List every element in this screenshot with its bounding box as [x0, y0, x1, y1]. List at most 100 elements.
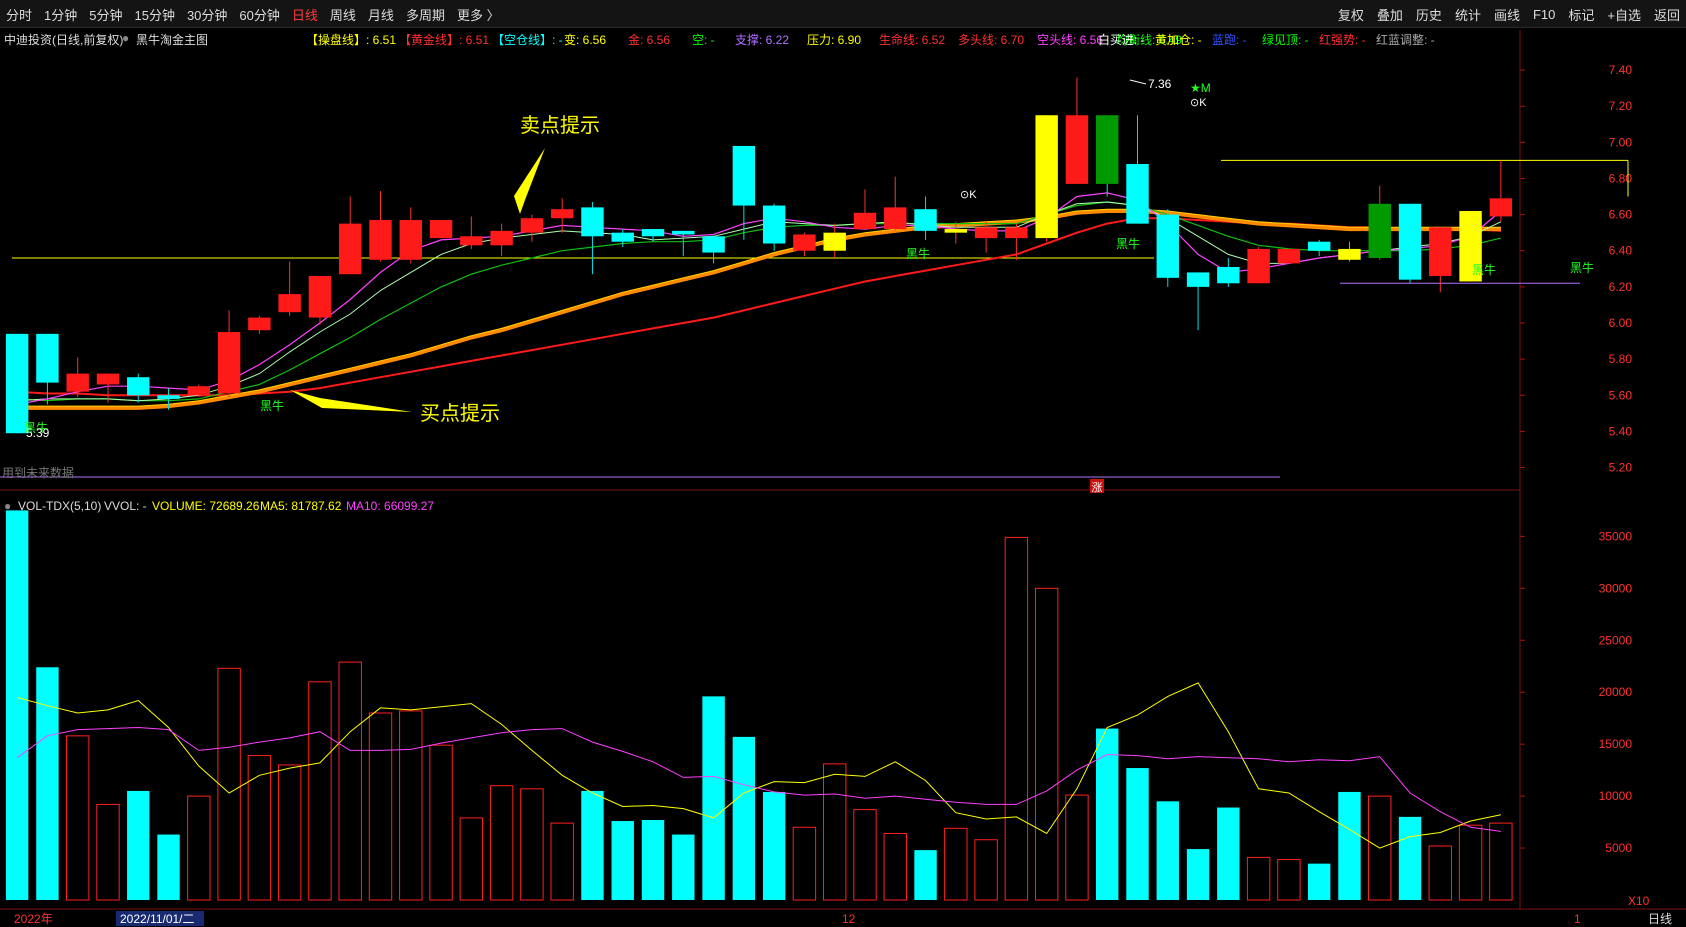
volume-bar	[1034, 587, 1059, 901]
volume-bar	[187, 795, 211, 901]
volume-bar	[822, 763, 847, 901]
volume-bar	[702, 696, 725, 900]
zhang-badge-label: 涨	[1092, 481, 1103, 494]
candle-body	[1368, 203, 1391, 258]
volume-bar	[489, 785, 514, 901]
volume-bar	[96, 803, 120, 901]
ok-marker-2: ⊙K	[960, 189, 977, 201]
zoom-indicator: X10	[1628, 894, 1650, 908]
volume-bar	[974, 839, 998, 901]
volume-bar	[1156, 801, 1179, 900]
candle-body	[399, 220, 422, 260]
candle-body	[914, 209, 937, 231]
price-tick-label: 5.40	[1609, 424, 1633, 438]
candle-body	[278, 294, 301, 313]
heiniu-marker-2: 黑牛	[906, 246, 930, 261]
price-tick-label: 5.80	[1609, 352, 1633, 366]
sell-hint-arrow	[514, 148, 545, 214]
candle-body	[369, 220, 392, 260]
heiniu-marker-1: 黑牛	[260, 398, 284, 413]
price-tick-label: 6.00	[1609, 316, 1633, 330]
candle-body	[884, 207, 907, 230]
volume-tick-label: 10000	[1599, 789, 1633, 803]
candle-body	[672, 230, 695, 235]
candle-body	[520, 218, 544, 233]
volume-bar	[127, 790, 150, 900]
future-data-warning: 用到未来数据	[2, 465, 74, 480]
candle-body	[187, 386, 211, 396]
candle-body	[550, 209, 574, 219]
candle-body	[793, 234, 816, 251]
candle-body	[732, 145, 756, 206]
candle-body	[974, 227, 998, 239]
candle-body	[944, 229, 968, 233]
candle-body	[127, 377, 150, 396]
price-tick-label: 6.60	[1609, 208, 1633, 222]
candle-body	[36, 333, 59, 383]
volume-tick-label: 25000	[1599, 633, 1633, 647]
volume-bar	[1307, 863, 1331, 900]
chart-window: { "toolbar":{ "periods":["分时","1分钟","5分钟…	[0, 0, 1686, 927]
candle-body	[1338, 248, 1361, 260]
candle-body	[339, 223, 362, 275]
volume-tick-label: 30000	[1599, 581, 1633, 595]
heiniu-marker-0: 黑牛	[24, 420, 48, 435]
candle-body	[1126, 164, 1149, 224]
candle-body	[217, 332, 241, 394]
candle-body	[490, 230, 513, 246]
high-price-label: 7.36	[1148, 77, 1172, 91]
price-tick-label: 5.60	[1609, 388, 1633, 402]
volume-bar	[1338, 791, 1361, 900]
price-tick-label: 6.80	[1609, 171, 1633, 185]
volume-bar	[883, 833, 907, 901]
candle-body	[611, 232, 634, 242]
volume-bar	[247, 755, 272, 901]
volume-ma5-line	[16, 682, 1502, 849]
volume-bar	[792, 826, 817, 901]
candle-body	[1429, 227, 1452, 277]
volume-bar	[36, 667, 59, 900]
heiniu-marker-4: 黑牛	[1472, 262, 1496, 277]
price-tick-label: 5.20	[1609, 461, 1633, 475]
candle-body	[1065, 115, 1089, 184]
price-tick-label: 6.20	[1609, 280, 1633, 294]
volume-bar	[1004, 536, 1029, 901]
volume-bar	[308, 681, 332, 901]
volume-bar	[1489, 822, 1513, 901]
candle-body	[581, 207, 604, 237]
candle-body	[1398, 203, 1422, 280]
volume-bar	[1217, 807, 1240, 900]
volume-bar	[641, 820, 665, 900]
star-m-marker: ★M	[1190, 81, 1211, 95]
candle-body	[5, 333, 29, 434]
volume-bar	[1246, 856, 1271, 901]
candle-body	[1005, 227, 1028, 239]
price-tick-label: 6.40	[1609, 244, 1633, 258]
volume-bar	[520, 788, 544, 901]
volume-bar	[1277, 858, 1301, 901]
candle-body	[762, 205, 786, 244]
volume-bar	[944, 827, 968, 901]
volume-bar	[429, 744, 453, 901]
volume-bar	[65, 735, 90, 901]
volume-bar	[1458, 824, 1483, 901]
buy-hint-arrow	[290, 390, 412, 412]
volume-bar	[1428, 845, 1453, 901]
buy-hint-label: 买点提示	[420, 402, 500, 425]
ok-marker: ⊙K	[1190, 97, 1207, 109]
heiniu-marker-3: 黑牛	[1116, 236, 1140, 251]
candle-body	[429, 220, 453, 239]
candle-body	[641, 229, 665, 237]
volume-bar	[672, 834, 695, 900]
time-label-dec: 12	[842, 912, 856, 926]
candle-body	[1217, 267, 1240, 284]
candle-body	[1307, 241, 1331, 251]
chart-canvas[interactable]: 5.20 5.40 5.60 5.80 6.00 6.20 6.40 6.60 6.80 7.00…	[0, 0, 1686, 927]
candle-body	[1277, 248, 1301, 264]
sell-hint-label: 卖点提示	[520, 114, 600, 137]
volume-tick-label: 15000	[1599, 737, 1633, 751]
volume-bar	[399, 710, 423, 901]
volume-tick-label: 20000	[1599, 685, 1633, 699]
volume-bar	[611, 821, 634, 900]
volume-bar	[1186, 849, 1210, 900]
